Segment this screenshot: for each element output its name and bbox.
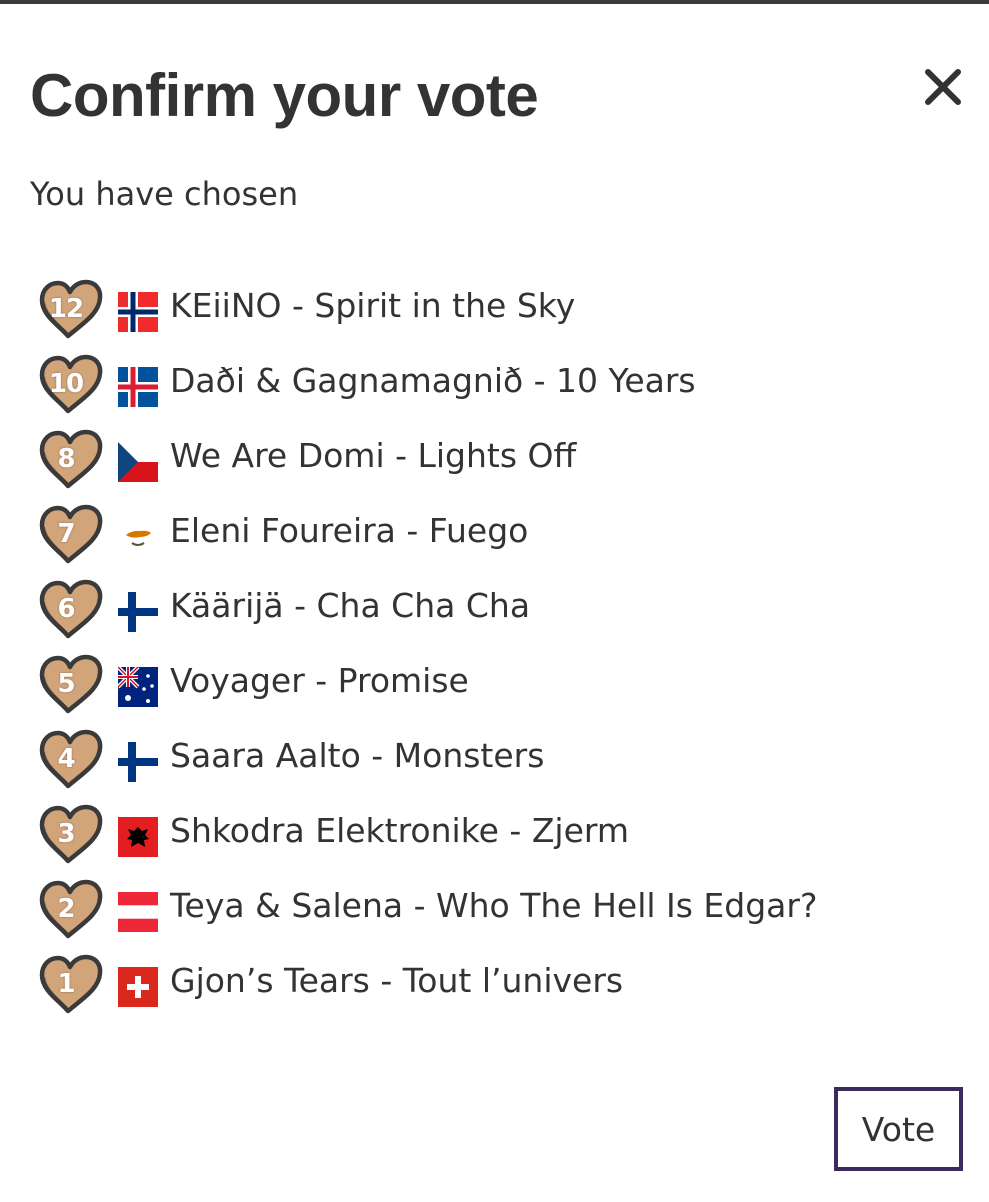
switzerland-flag-icon [118, 967, 158, 1007]
heart-icon: 1 [38, 953, 104, 1015]
austria-flag-icon [118, 892, 158, 932]
points-label: 5 [57, 669, 75, 699]
points-label: 6 [57, 594, 75, 624]
albania-flag-icon [118, 817, 158, 857]
vote-row: 12 KEiiNO - Spirit in the Sky [38, 270, 968, 345]
top-divider [0, 0, 989, 4]
entry-label: KEiiNO - Spirit in the Sky [170, 286, 576, 325]
entry-label: Shkodra Elektronike - Zjerm [170, 811, 630, 850]
heart-icon: 7 [38, 503, 104, 565]
heart-icon: 5 [38, 653, 104, 715]
entry-label: Teya & Salena - Who The Hell Is Edgar? [170, 886, 818, 925]
norway-flag-icon [118, 292, 158, 332]
heart-icon: 2 [38, 878, 104, 940]
heart-icon: 12 [38, 278, 104, 340]
points-label: 12 [48, 294, 84, 324]
vote-row: 3 Shkodra Elektronike - Zjerm [38, 795, 968, 870]
heart-icon: 10 [38, 353, 104, 415]
vote-row: 8 We Are Domi - Lights Off [38, 420, 968, 495]
vote-row: 10 Daði & Gagnamagnið - 10 Years [38, 345, 968, 420]
vote-list: 12 KEiiNO - Spirit in the Sky 10 Daði & Gag… [38, 270, 968, 1020]
entry-label: Gjon’s Tears - Tout l’univers [170, 961, 624, 1000]
vote-row: 2 Teya & Salena - Who The Hell Is Edgar? [38, 870, 968, 945]
vote-row: 5 Voyager - Promise [38, 645, 968, 720]
entry-label: Daði & Gagnamagnið - 10 Years [170, 361, 696, 400]
points-label: 2 [57, 894, 75, 924]
points-label: 8 [57, 444, 75, 474]
heart-icon: 4 [38, 728, 104, 790]
cyprus-flag-icon [118, 517, 158, 557]
vote-row: 1 Gjon’s Tears - Tout l’univers [38, 945, 968, 1020]
vote-button[interactable]: Vote [834, 1087, 963, 1171]
entry-label: Saara Aalto - Monsters [170, 736, 545, 775]
close-icon[interactable] [918, 62, 968, 112]
czech-republic-flag-icon [118, 442, 158, 482]
vote-row: 4 Saara Aalto - Monsters [38, 720, 968, 795]
dialog-title: Confirm your vote [30, 62, 539, 129]
entry-label: Voyager - Promise [170, 661, 469, 700]
heart-icon: 8 [38, 428, 104, 490]
points-label: 10 [48, 369, 84, 399]
finland-flag-icon [118, 742, 158, 782]
entry-label: Eleni Foureira - Fuego [170, 511, 529, 550]
entry-label: Käärijä - Cha Cha Cha [170, 586, 531, 625]
dialog-subtitle: You have chosen [30, 175, 299, 213]
entry-label: We Are Domi - Lights Off [170, 436, 577, 475]
australia-flag-icon [118, 667, 158, 707]
points-label: 3 [57, 819, 75, 849]
heart-icon: 6 [38, 578, 104, 640]
heart-icon: 3 [38, 803, 104, 865]
finland-flag-icon [118, 592, 158, 632]
vote-row: 6 Käärijä - Cha Cha Cha [38, 570, 968, 645]
vote-row: 7 Eleni Foureira - Fuego [38, 495, 968, 570]
points-label: 1 [57, 969, 75, 999]
iceland-flag-icon [118, 367, 158, 407]
points-label: 7 [57, 519, 75, 549]
points-label: 4 [57, 744, 75, 774]
